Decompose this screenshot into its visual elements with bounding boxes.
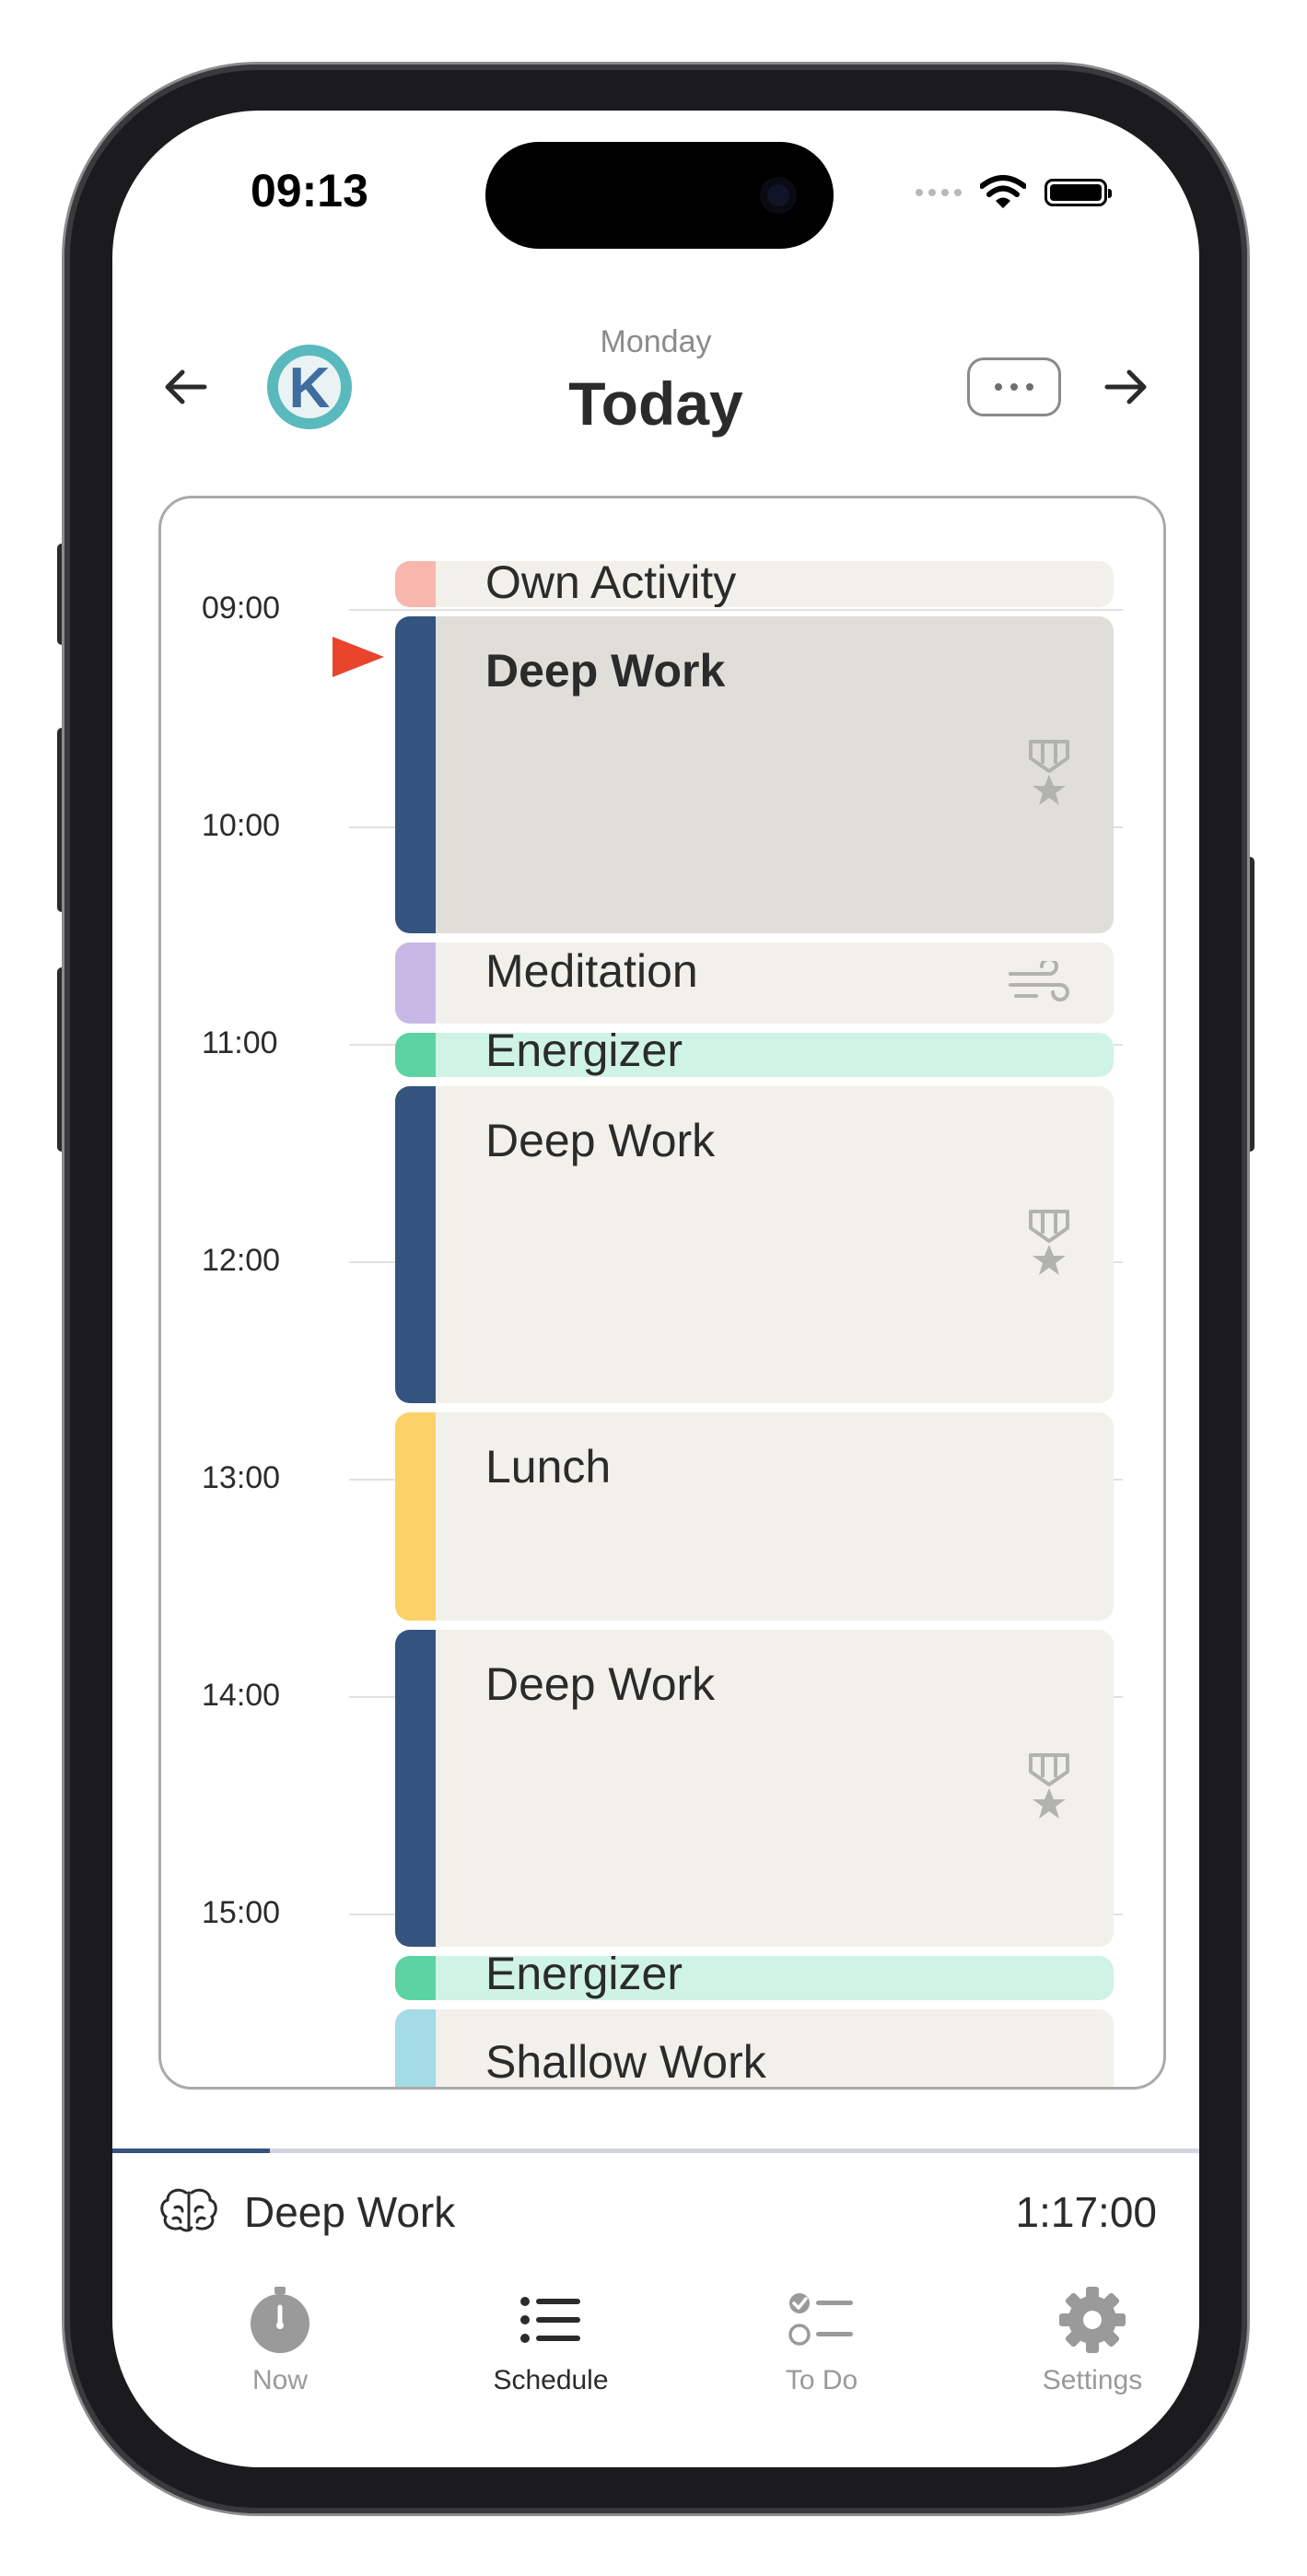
wifi-icon [980,175,1026,208]
current-time-marker [333,637,384,677]
tab-label: Settings [1042,2365,1143,2395]
event-color-bar [395,1956,436,2000]
event-label: Deep Work [485,1658,716,1710]
activity-progress [112,2149,1199,2153]
event-deep-work[interactable]: Deep Work [395,1630,1114,1947]
tab-to-do[interactable]: To Do [729,2285,914,2396]
medal-star-icon [1029,740,1069,805]
gear-icon [1059,2287,1126,2353]
status-icons [916,175,1112,210]
event-color-bar [395,616,436,933]
brain-icon [160,2188,217,2232]
medal-star-icon [1029,1753,1069,1819]
day-label: Monday [600,324,712,359]
battery-icon [1044,179,1112,206]
event-color-bar [395,943,436,1024]
tab-now[interactable]: Now [188,2285,372,2396]
hour-label: 13:00 [202,1460,281,1495]
current-activity-timer: 1:17:00 [1015,2188,1157,2236]
tab-label: Now [251,2365,308,2395]
medal-star-icon [1029,1210,1069,1275]
event-energizer[interactable]: Energizer [395,1956,1114,2000]
tab-schedule[interactable]: Schedule [459,2285,643,2396]
event-energizer[interactable]: Energizer [395,1033,1114,1077]
event-deep-work-current[interactable]: Deep Work [395,616,1114,933]
screen: 09:13 K Monday Today 09:00 10:00 11:00 1… [112,111,1199,2467]
current-activity-label: Deep Work [244,2188,456,2236]
hour-label: 09:00 [202,591,281,626]
dynamic-island [485,142,834,249]
list-icon [520,2297,580,2343]
event-color-bar [395,1033,436,1077]
event-label: Meditation [485,945,698,997]
event-color-bar [395,1086,436,1403]
wind-icon [1009,961,1069,1001]
hour-line [349,609,1123,611]
camera-icon [760,177,797,214]
schedule-card[interactable]: 09:00 10:00 11:00 12:00 13:00 14:00 15:0… [158,496,1166,2090]
more-button[interactable] [967,357,1061,416]
tab-label: Schedule [493,2365,609,2395]
event-deep-work[interactable]: Deep Work [395,1086,1114,1403]
event-color-bar [395,1630,436,1947]
event-lunch[interactable]: Lunch [395,1412,1114,1621]
activity-progress-fill [112,2149,271,2153]
stopwatch-icon [251,2287,309,2353]
hour-label: 10:00 [202,808,281,843]
status-time: 09:13 [251,165,368,217]
tab-label: To Do [785,2365,858,2395]
event-color-bar [395,2009,436,2087]
event-label: Shallow Work [485,2036,766,2088]
event-color-bar [395,1412,436,1621]
event-label: Energizer [485,1956,683,1999]
hour-label: 15:00 [202,1895,281,1930]
hour-label: 14:00 [202,1678,281,1713]
event-meditation[interactable]: Meditation [395,943,1114,1024]
event-label: Lunch [485,1441,612,1493]
event-shallow-work[interactable]: Shallow Work [395,2009,1114,2088]
signal-icon [916,189,962,196]
tab-settings[interactable]: Settings [1000,2285,1184,2396]
checklist-icon [788,2293,853,2346]
event-color-bar [395,561,436,607]
event-label: Own Activity [485,561,737,607]
event-label: Energizer [485,1033,683,1076]
forward-arrow-icon[interactable] [1098,359,1153,415]
event-own-activity[interactable]: Own Activity [395,561,1114,607]
event-label: Deep Work [485,1115,716,1166]
event-label: Deep Work [485,645,726,697]
hour-label: 12:00 [202,1243,281,1278]
hour-label: 11:00 [202,1025,278,1060]
